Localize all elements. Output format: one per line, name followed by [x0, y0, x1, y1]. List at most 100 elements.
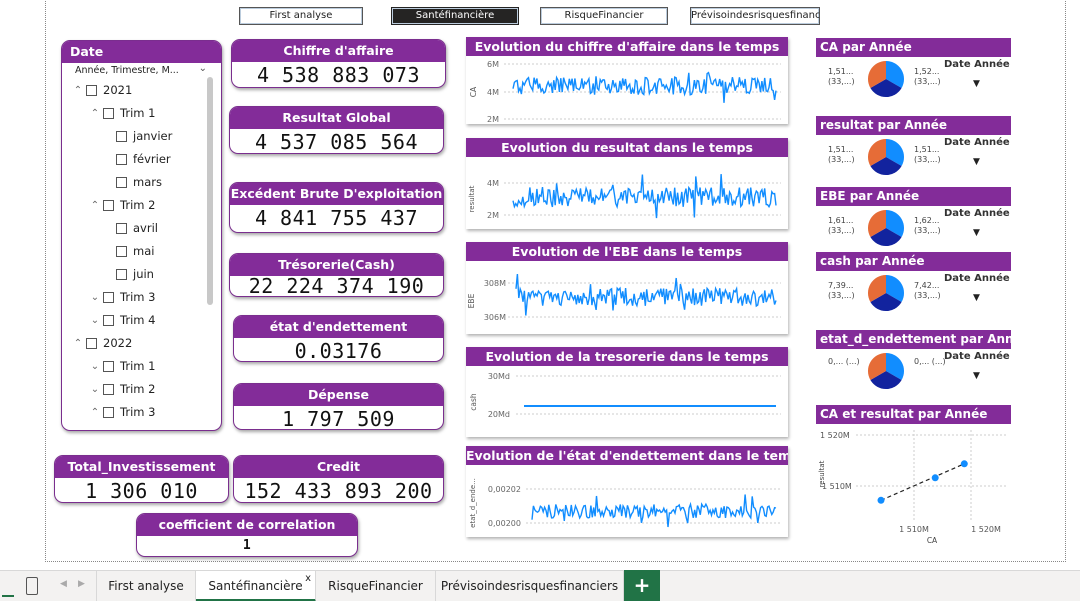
- chevron-up-icon[interactable]: ⌃: [70, 85, 86, 96]
- scatter-point[interactable]: [960, 460, 968, 468]
- checkbox[interactable]: [103, 383, 114, 395]
- scatter-ca-resultat: CA et resultat par Année 1 520M 1 510M 1…: [816, 405, 1011, 545]
- slicer-item[interactable]: janvier: [116, 128, 172, 144]
- add-page-button[interactable]: +: [624, 570, 660, 601]
- chevron-down-icon[interactable]: ⌄: [87, 292, 103, 303]
- caret-down-icon[interactable]: ▼: [973, 228, 980, 238]
- chart-title: CA et resultat par Année: [816, 405, 1011, 424]
- kpi-title: Resultat Global: [230, 107, 443, 129]
- slicer-scrollbar[interactable]: [207, 77, 213, 305]
- pie-label-left-sub: (33,...): [828, 226, 855, 235]
- slicer-item[interactable]: mai: [116, 243, 154, 259]
- slicer-dropdown[interactable]: Année, Trimestre, M... ⌄: [62, 63, 221, 79]
- checkbox[interactable]: [86, 84, 97, 96]
- pie-label-left-sub: (33,...): [828, 155, 855, 164]
- kpi-value: 0.03176: [294, 339, 383, 362]
- slicer-item[interactable]: ⌄ Trim 4: [87, 312, 156, 328]
- slicer-title: Date: [62, 41, 221, 63]
- chevron-up-icon[interactable]: ⌃: [70, 338, 86, 349]
- nav-button-prevision[interactable]: Prévisoindesrisquesfinanc...: [690, 7, 820, 25]
- slicer-item[interactable]: ⌃ 2022: [70, 335, 132, 351]
- kpi-title: coefficient de correlation: [137, 514, 357, 536]
- pie-area: 1,51... (33,...) 1,52... (33,...) Date Année…: [816, 57, 1011, 107]
- pie-label-right: 7,42...: [914, 281, 940, 290]
- y-tick: 6M: [487, 60, 499, 69]
- slicer-item-label: mai: [133, 244, 155, 258]
- phone-layout-icon[interactable]: [26, 577, 38, 595]
- tab-first-analyse[interactable]: First analyse: [96, 571, 196, 601]
- checkbox[interactable]: [103, 360, 114, 372]
- checkbox[interactable]: [116, 245, 127, 257]
- pie-label-left: 1,61...: [828, 216, 854, 225]
- chevron-up-icon[interactable]: ⌃: [87, 108, 103, 119]
- chevron-up-icon[interactable]: ⌃: [87, 200, 103, 211]
- y-tick: 0,00202: [488, 485, 521, 494]
- checkbox[interactable]: [116, 268, 127, 280]
- pie-label-right: 1,62...: [914, 216, 940, 225]
- tab-label: Santéfinancière: [208, 579, 303, 593]
- legend-title: Date Année: [944, 137, 1010, 148]
- caret-down-icon[interactable]: ▼: [973, 371, 980, 381]
- chevron-down-icon[interactable]: ⌄: [87, 315, 103, 326]
- checkbox[interactable]: [116, 222, 127, 234]
- checkbox[interactable]: [103, 406, 114, 418]
- kpi-title: Credit: [234, 456, 443, 478]
- checkbox[interactable]: [103, 199, 114, 211]
- tab-sante-financiere[interactable]: Santéfinancière x: [196, 571, 316, 601]
- chart-title: EBE par Année: [816, 187, 1011, 206]
- tab-prevision[interactable]: Prévisoindesrisquesfinanciers: [436, 571, 624, 601]
- nav-button-sante-financiere[interactable]: Santéfinancière: [391, 7, 519, 25]
- resultat-series-line: [512, 174, 777, 219]
- y-axis-label: EBE: [467, 293, 476, 308]
- nav-button-first-analyse[interactable]: First analyse: [239, 7, 363, 25]
- next-page-icon[interactable]: ▶: [78, 579, 85, 589]
- pie-label-left: 1,51...: [828, 67, 854, 76]
- x-tick: 1 510M: [899, 525, 929, 534]
- slicer-item[interactable]: ⌃ 2021: [70, 82, 132, 98]
- slicer-item[interactable]: ⌄ Trim 2: [87, 381, 156, 397]
- scatter-point[interactable]: [931, 474, 939, 482]
- scatter-point[interactable]: [877, 496, 885, 504]
- chevron-down-icon[interactable]: ⌄: [87, 361, 103, 372]
- slicer-item[interactable]: juin: [116, 266, 154, 282]
- chevron-up-icon[interactable]: ⌃: [87, 407, 103, 418]
- checkbox[interactable]: [103, 291, 114, 303]
- chevron-down-icon[interactable]: ⌄: [87, 384, 103, 395]
- y-axis-label: CA: [469, 86, 478, 97]
- y-tick: 2M: [487, 115, 499, 124]
- checkbox[interactable]: [103, 314, 114, 326]
- slicer-item[interactable]: avril: [116, 220, 158, 236]
- slicer-item[interactable]: mars: [116, 174, 162, 190]
- tab-risque-financier[interactable]: RisqueFinancier: [316, 571, 436, 601]
- nav-button-risque-financier[interactable]: RisqueFinancier: [540, 7, 668, 25]
- chart-title: Evolution de la tresorerie dans le temps: [466, 347, 788, 366]
- kpi-value: 4 538 883 073: [256, 63, 421, 87]
- slicer-item[interactable]: ⌄ Trim 1: [87, 358, 156, 374]
- slicer-item[interactable]: ⌄ Trim 3: [87, 289, 156, 305]
- checkbox[interactable]: [116, 130, 127, 142]
- chart-resultat-evolution: Evolution du resultat dans le temps 4M 2…: [466, 138, 788, 229]
- close-icon[interactable]: x: [305, 563, 311, 594]
- slicer-item[interactable]: ⌃ Trim 3: [87, 404, 156, 420]
- caret-down-icon[interactable]: ▼: [973, 157, 980, 167]
- prev-page-icon[interactable]: ◀: [60, 579, 67, 589]
- kpi-title: Dépense: [234, 384, 443, 406]
- ca-series-line: [512, 71, 777, 103]
- slicer-item[interactable]: ⌃ Trim 1: [87, 105, 156, 121]
- caret-down-icon[interactable]: ▼: [973, 79, 980, 89]
- checkbox[interactable]: [116, 153, 127, 165]
- chart-title: Evolution du resultat dans le temps: [466, 138, 788, 157]
- slicer-item[interactable]: ⌃ Trim 2: [87, 197, 156, 213]
- kpi-value: 22 224 374 190: [248, 274, 425, 297]
- y-tick: 1 510M: [822, 482, 852, 491]
- checkbox[interactable]: [116, 176, 127, 188]
- checkbox[interactable]: [86, 337, 97, 349]
- legend-title: Date Année: [944, 59, 1010, 70]
- kpi-card-chiffre-affaire: Chiffre d'affaire 4 538 883 073: [231, 39, 446, 88]
- y-tick: 0,00200: [488, 519, 521, 528]
- slicer-item-label: février: [133, 152, 171, 166]
- legend-title: Date Année: [944, 351, 1010, 362]
- checkbox[interactable]: [103, 107, 114, 119]
- caret-down-icon[interactable]: ▼: [973, 293, 980, 303]
- slicer-item[interactable]: février: [116, 151, 171, 167]
